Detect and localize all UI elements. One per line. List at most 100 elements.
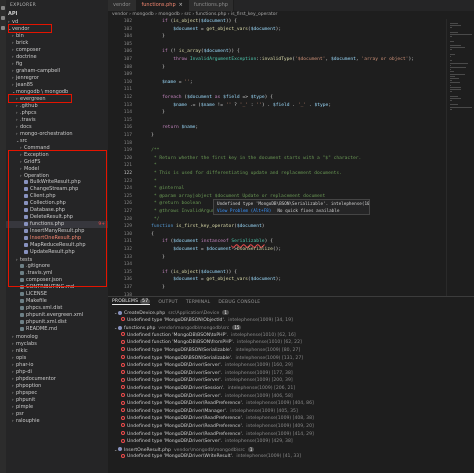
- folder-item[interactable]: › psr: [6, 410, 108, 417]
- folder-item[interactable]: ⌄src: [6, 137, 108, 144]
- code-line[interactable]: * This is used for differentiating updat…: [140, 171, 342, 176]
- file-item[interactable]: InsertOneResult.php: [6, 235, 108, 242]
- problem-item[interactable]: Undefined type 'MongoDB\Driver\Session'.…: [108, 385, 474, 393]
- code-line[interactable]: }: [140, 110, 165, 115]
- folder-item[interactable]: › tests: [6, 256, 108, 263]
- file-item[interactable]: MapReduceResult.php: [6, 242, 108, 249]
- code-line[interactable]: $document = $document->bsonSerialize();: [140, 247, 281, 252]
- folder-item[interactable]: › composer: [6, 46, 108, 53]
- file-item[interactable]: UpdateResult.php: [6, 249, 108, 256]
- problem-item[interactable]: Undefined type 'MongoDB\Driver\ReadPrefe…: [108, 431, 474, 439]
- folder-item[interactable]: › php-di: [6, 368, 108, 375]
- code-line[interactable]: }: [140, 285, 165, 290]
- file-item[interactable]: Collection.php: [6, 200, 108, 207]
- problem-item[interactable]: Undefined type 'MongoDB\Driver\Server'. i…: [108, 370, 474, 378]
- file-item[interactable]: Makefile: [6, 298, 108, 305]
- source-control-activity-icon[interactable]: [1, 26, 5, 30]
- folder-item[interactable]: › pimple: [6, 403, 108, 410]
- folder-item[interactable]: › phpdocumentor: [6, 375, 108, 382]
- close-icon[interactable]: ×: [179, 2, 183, 8]
- folder-item[interactable]: › jean85: [6, 81, 108, 88]
- folder-item[interactable]: › phpspec: [6, 389, 108, 396]
- code-line[interactable]: foreach ($document as $field => $type) {: [140, 95, 273, 100]
- code-line[interactable]: $name = '';: [140, 80, 192, 85]
- file-item[interactable]: Client.php: [6, 193, 108, 200]
- code-line[interactable]: $document = get_object_vars($document);: [140, 277, 281, 282]
- file-item[interactable]: composer.json: [6, 277, 108, 284]
- folder-item[interactable]: › bin: [6, 32, 108, 39]
- panel-tab[interactable]: PROBLEMS 57: [112, 299, 151, 305]
- folder-item[interactable]: › .phpcs: [6, 109, 108, 116]
- file-item[interactable]: BulkWriteResult.php: [6, 179, 108, 186]
- code-line[interactable]: function is_first_key_operator($document…: [140, 224, 264, 229]
- code-line[interactable]: *: [140, 163, 157, 168]
- folder-item[interactable]: › Operation: [6, 172, 108, 179]
- folder-item[interactable]: › doctrine: [6, 53, 108, 60]
- folder-item[interactable]: › mongo-orchestration: [6, 130, 108, 137]
- code-line[interactable]: /**: [140, 148, 159, 153]
- folder-item[interactable]: › fig: [6, 60, 108, 67]
- code-line[interactable]: return $name;: [140, 125, 198, 130]
- file-item[interactable]: phpunit.evergreen.xml: [6, 312, 108, 319]
- file-item[interactable]: DeleteResult.php: [6, 214, 108, 221]
- problem-item[interactable]: Undefined type 'MongoDB\Driver\Server'. i…: [108, 362, 474, 370]
- minimap[interactable]: [446, 19, 474, 296]
- breadcrumb[interactable]: vendor › mongodb › mongodb › src › funct…: [108, 11, 474, 19]
- problem-file-group[interactable]: ⌄ InsertOneResult.php vendor\mongodb\mongo…: [108, 446, 474, 454]
- problem-file-group[interactable]: ⌄ functions.php vendor\mongodb\mongodb\src…: [108, 324, 474, 332]
- file-item[interactable]: README.md: [6, 326, 108, 333]
- folder-item[interactable]: › vd: [6, 18, 108, 25]
- problem-item[interactable]: Undefined type 'MongoDB\Driver\ReadPrefe…: [108, 400, 474, 408]
- code-line[interactable]: * @internal: [140, 186, 184, 191]
- folder-item[interactable]: › brick: [6, 39, 108, 46]
- folder-item[interactable]: › graham-campbell: [6, 67, 108, 74]
- folder-item[interactable]: ⌄mongodb \ mongodb: [6, 88, 108, 95]
- problem-item[interactable]: Undefined type 'MongoDB\BSON\Serializabl…: [108, 347, 474, 355]
- file-item[interactable]: .travis.yml: [6, 270, 108, 277]
- code-line[interactable]: }: [140, 255, 165, 260]
- explorer-root-folder[interactable]: API: [6, 11, 108, 18]
- search-activity-icon[interactable]: [1, 16, 5, 20]
- problem-item[interactable]: Undefined type 'MongoDB\BSON\ObjectId'. i…: [108, 317, 474, 325]
- explorer-activity-icon[interactable]: [1, 6, 5, 10]
- code-line[interactable]: if (! is_array($document)) {: [140, 49, 240, 54]
- problem-item[interactable]: Undefined type 'MongoDB\Driver\Server'. i…: [108, 438, 474, 446]
- problem-item[interactable]: Undefined function 'MongoDB\BSON\fromPHP…: [108, 339, 474, 347]
- folder-item[interactable]: › docs: [6, 123, 108, 130]
- problem-item[interactable]: Undefined type 'MongoDB\Driver\Server'. i…: [108, 393, 474, 401]
- folder-item[interactable]: › nikic: [6, 347, 108, 354]
- editor-tab[interactable]: functions.php: [188, 0, 234, 11]
- panel-tab[interactable]: DEBUG CONSOLE: [218, 300, 260, 305]
- editor-tab[interactable]: functions.php ×: [136, 0, 189, 11]
- folder-item[interactable]: › monolog: [6, 333, 108, 340]
- panel-tab[interactable]: TERMINAL: [186, 300, 210, 305]
- file-item[interactable]: phpunit.xml.dist: [6, 319, 108, 326]
- code-line[interactable]: }: [140, 34, 165, 39]
- folder-item[interactable]: › myclabs: [6, 340, 108, 347]
- code-line[interactable]: }: [140, 65, 165, 70]
- folder-item[interactable]: › phpunit: [6, 396, 108, 403]
- problem-item[interactable]: Undefined type 'MongoDB\BSON\Serializabl…: [108, 355, 474, 363]
- file-item[interactable]: functions.php 9+: [6, 221, 108, 228]
- problem-file-group[interactable]: ⌄ CreateDevice.php src\Application\Device 1: [108, 309, 474, 317]
- folder-item[interactable]: › Command: [6, 144, 108, 151]
- folder-item[interactable]: › Exception: [6, 151, 108, 158]
- folder-item[interactable]: ⌄vendor: [6, 25, 108, 32]
- folder-item[interactable]: › jenregror: [6, 74, 108, 81]
- editor-tab[interactable]: vendor: [108, 0, 137, 11]
- problem-item[interactable]: Undefined function 'MongoDB\BSON\toPHP'.…: [108, 332, 474, 340]
- file-item[interactable]: LICENSE: [6, 291, 108, 298]
- file-item[interactable]: CONTRIBUTING.md: [6, 284, 108, 291]
- code-line[interactable]: * Return whether the first key in the do…: [140, 156, 361, 161]
- code-line[interactable]: }: [140, 133, 154, 138]
- folder-item[interactable]: › phpoption: [6, 382, 108, 389]
- code-line[interactable]: if (is_object($document)) {: [140, 19, 237, 24]
- code-line[interactable]: throw InvalidArgumentException::invalidT…: [140, 57, 414, 62]
- code-line[interactable]: */: [140, 217, 160, 222]
- view-problem-link[interactable]: View Problem (Alt+F8): [217, 209, 271, 214]
- folder-item[interactable]: › ralouphie: [6, 417, 108, 424]
- problem-item[interactable]: Undefined type 'MongoDB\Driver\Manager'.…: [108, 408, 474, 416]
- folder-item[interactable]: › Model: [6, 165, 108, 172]
- code-line[interactable]: {: [140, 232, 154, 237]
- code-line[interactable]: $name .= ($name != '' ? '_' : '') . $fie…: [140, 103, 331, 108]
